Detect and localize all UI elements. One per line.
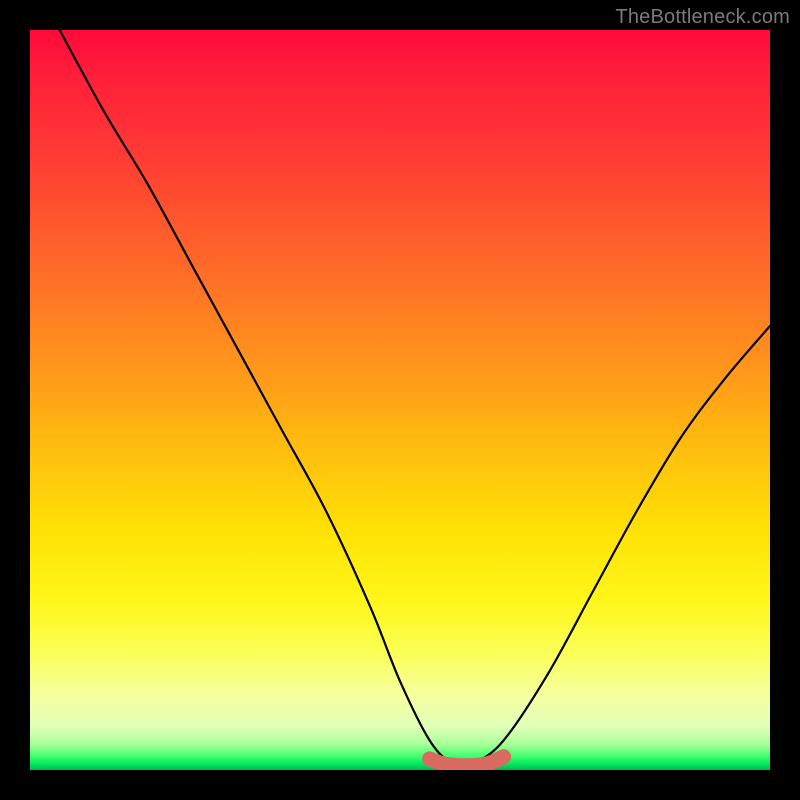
bottom-marker xyxy=(430,757,504,766)
curve-layer xyxy=(30,30,770,770)
bottleneck-curve xyxy=(60,30,770,765)
plot-area xyxy=(30,30,770,770)
chart-frame: TheBottleneck.com xyxy=(0,0,800,800)
watermark-text: TheBottleneck.com xyxy=(615,6,790,29)
